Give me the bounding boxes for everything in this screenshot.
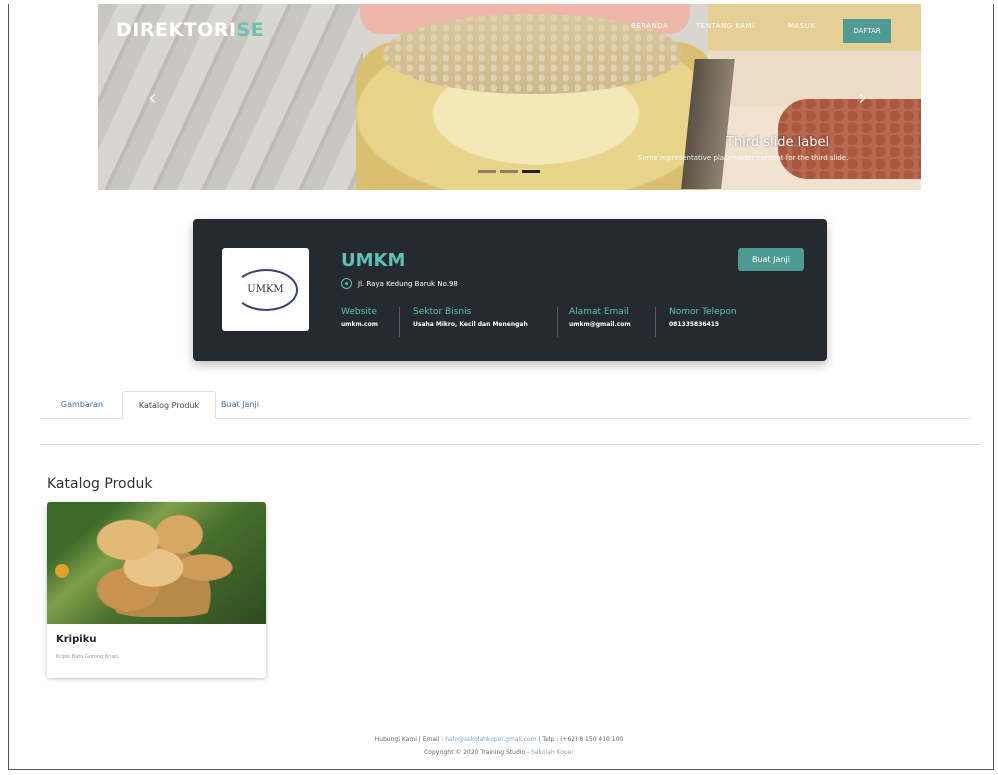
footer-email-link[interactable]: halo@sekolahkoper.gmail.com <box>445 736 536 743</box>
nav-masuk[interactable]: MASUK <box>788 22 816 30</box>
footer-copyright-link[interactable]: Sekolah Koper <box>531 749 574 756</box>
tab-buat-janji[interactable]: Buat Janji <box>216 391 264 417</box>
footer: Hubungi Kami | Email : halo@sekolahkoper… <box>0 733 998 759</box>
nav-tentang-kami[interactable]: TENTANG KAMI <box>696 22 755 30</box>
brand-logo[interactable]: DIREKTORISE <box>116 19 264 41</box>
tab-bar: Gambaran Katalog Produk Buat Janji <box>40 391 972 419</box>
carousel-indicators <box>478 170 540 173</box>
buat-janji-button[interactable]: Buat Janji <box>738 248 804 271</box>
footer-copyright: Copyright © 2020 Training Studio - Sekol… <box>424 749 574 756</box>
chevron-left-icon[interactable]: ‹ <box>148 86 157 111</box>
info-sektor-bisnis: Sektor Bisnis Usaha Mikro, Kecil dan Men… <box>413 307 528 328</box>
nav-beranda[interactable]: BERANDA <box>631 22 668 30</box>
hero-carousel: DIREKTORISE BERANDA TENTANG KAMI MASUK D… <box>98 4 921 190</box>
business-profile-card: UMKM UMKM Jl. Raya Kedung Baruk No.98 We… <box>193 219 827 361</box>
product-description: Kripik Batu Gorong Krispi <box>56 654 119 660</box>
slide-caption-title: Third slide label <box>726 135 830 150</box>
product-card[interactable]: Kripiku Kripik Batu Gorong Krispi <box>47 502 266 678</box>
info-alamat-email: Alamat Email umkm@gmail.com <box>569 307 631 328</box>
tab-katalog-produk[interactable]: Katalog Produk <box>122 391 216 419</box>
logo-mark: UMKM <box>233 268 298 311</box>
section-divider <box>40 444 980 445</box>
carousel-indicator-1[interactable] <box>478 170 496 173</box>
divider <box>557 307 558 337</box>
catalog-title: Katalog Produk <box>47 476 153 492</box>
product-image <box>47 502 266 624</box>
tab-gambaran[interactable]: Gambaran <box>48 391 116 417</box>
business-logo: UMKM <box>222 248 309 331</box>
location-pin-icon <box>341 278 352 289</box>
info-website: Website umkm.com <box>341 307 378 328</box>
slide-caption-text: Some representative placeholder content … <box>638 154 849 162</box>
divider <box>399 307 400 337</box>
product-name: Kripiku <box>56 634 97 645</box>
chevron-right-icon[interactable]: › <box>858 86 867 111</box>
footer-contact: Hubungi Kami | Email : halo@sekolahkoper… <box>374 736 624 743</box>
info-nomor-telepon: Nomor Telepon 081335836415 <box>669 307 737 328</box>
business-name: UMKM <box>341 250 406 271</box>
carousel-indicator-3[interactable] <box>522 170 540 173</box>
divider <box>655 307 656 337</box>
business-address: Jl. Raya Kedung Baruk No.98 <box>341 278 458 289</box>
register-button[interactable]: DAFTAR <box>843 19 891 43</box>
carousel-indicator-2[interactable] <box>500 170 518 173</box>
